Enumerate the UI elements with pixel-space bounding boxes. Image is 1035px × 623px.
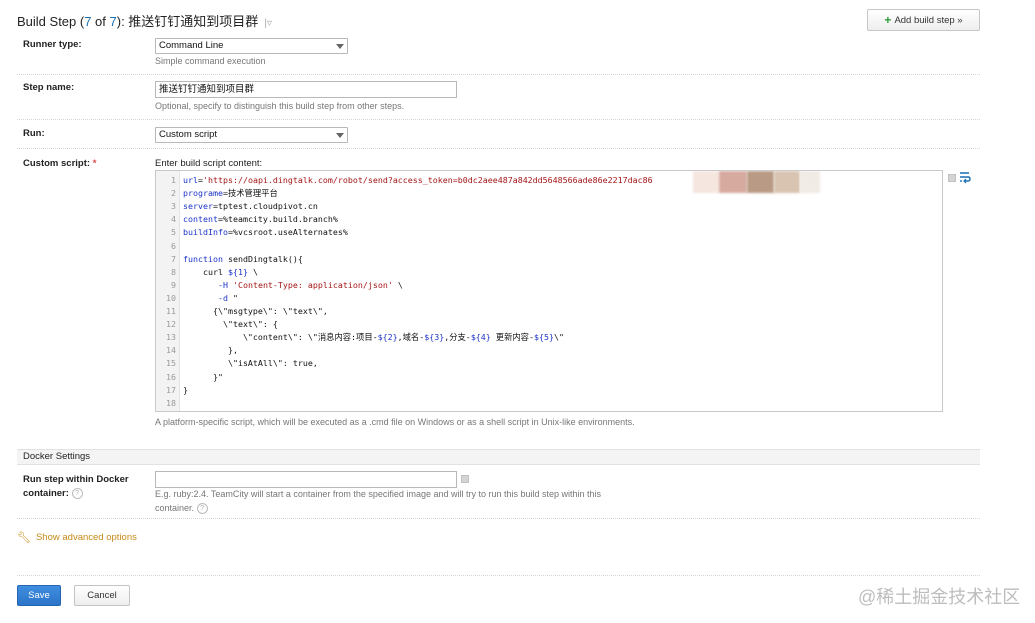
code-text: server=tptest.cloudpivot.cn [183,201,318,212]
wrench-icon: 🔧︎ [17,532,31,544]
line-number: 8 [171,266,176,277]
code-text: } [183,384,188,395]
code-text: -d " [217,292,238,303]
code-text: }, [183,345,238,356]
docker-container-label: Run step within Docker container: ? [23,474,129,499]
dropdown-arrow-icon [336,133,344,138]
line-number: 6 [171,240,176,251]
code-text: curl ${1} \ [183,266,258,277]
code-text: \"content\": \"消息内容:项目-${2},域名-${3},分支-$… [183,332,564,343]
title-dropdown-icon[interactable]: |▿ [264,18,272,29]
dropdown-arrow-icon [336,44,344,49]
code-text: content=%teamcity.build.branch% [183,214,338,225]
code-text: -H 'Content-Type: application/json' \ [217,279,403,290]
step-total-link[interactable]: 7 [110,14,117,29]
runner-type-label: Runner type: [23,39,82,50]
line-number: 9 [171,279,176,290]
runner-type-value: Command Line [159,40,224,51]
code-text: \"isAtAll\": true, [183,358,318,369]
line-number: 16 [166,371,176,382]
custom-script-hint: Enter build script content: [155,158,263,169]
line-number: 13 [166,332,176,343]
add-build-step-button[interactable]: + Add build step » [867,9,980,31]
line-number: 1 [171,175,176,185]
run-value: Custom script [159,129,218,140]
divider [17,148,980,149]
runner-type-note: Simple command execution [155,56,266,66]
redaction-smear [747,171,774,193]
cancel-button[interactable]: Cancel [74,585,130,606]
custom-script-label: Custom script: * [23,158,97,169]
line-number: 14 [166,345,176,356]
step-name-label: Step name: [23,82,75,93]
line-number: 5 [171,227,176,238]
line-number: 11 [166,306,176,316]
wrap-lines-icon[interactable] [959,170,971,184]
code-text: url='https://oapi.dingtalk.com/robot/sen… [183,175,763,185]
script-editor[interactable]: 1 url='https://oapi.dingtalk.com/robot/se… [155,170,943,412]
code-text: \"text\": { [183,319,278,330]
line-number: 4 [171,214,176,225]
watermark: @稀土掘金技术社区 [858,587,1021,607]
redaction-smear [800,171,820,193]
code-text: programe=技术管理平台 [183,188,278,199]
step-name-note: Optional, specify to distinguish this bu… [155,101,405,111]
run-select[interactable]: Custom script [155,127,348,143]
docker-image-picker-icon[interactable] [461,475,469,483]
line-number: 18 [166,397,176,408]
page-title: Build Step (7 of 7): 推送钉钉通知到项目群 |▿ [17,14,272,29]
redaction-smear [719,171,747,193]
help-icon[interactable]: ? [196,503,208,515]
code-text: }" [183,371,223,382]
custom-script-note: A platform-specific script, which will b… [155,417,635,427]
help-icon[interactable]: ? [71,487,83,499]
divider [17,518,980,519]
line-number: 15 [166,358,176,369]
save-button[interactable]: Save [17,585,61,606]
redaction-smear [774,171,800,193]
line-number: 2 [171,188,176,199]
line-number: 7 [171,253,176,264]
line-number: 3 [171,201,176,212]
resize-icon[interactable] [948,174,956,182]
plus-icon: + [884,13,892,27]
code-text: function sendDingtalk(){ [183,253,303,264]
show-advanced-options-label: Show advanced options [35,532,137,543]
docker-note: E.g. ruby:2.4. TeamCity will start a con… [155,489,602,515]
code-text: buildInfo=%vcsroot.useAlternates% [183,227,348,238]
required-mark: * [92,158,97,169]
divider [17,575,980,576]
add-build-step-label: Add build step » [894,14,963,26]
line-number: 17 [166,384,176,395]
run-label: Run: [23,128,45,139]
line-number: 10 [166,292,176,303]
runner-type-select[interactable]: Command Line [155,38,348,54]
line-number: 12 [166,319,176,330]
divider [17,74,980,75]
docker-settings-header: Docker Settings [17,449,980,465]
docker-image-input[interactable] [155,471,457,488]
code-text: {\"msgtype\": \"text\", [183,306,328,316]
divider [17,119,980,120]
show-advanced-options-link[interactable]: 🔧︎ Show advanced options [17,531,137,544]
step-name-input[interactable]: 推送钉钉通知到项目群 [155,81,457,98]
redaction-smear [693,171,719,193]
